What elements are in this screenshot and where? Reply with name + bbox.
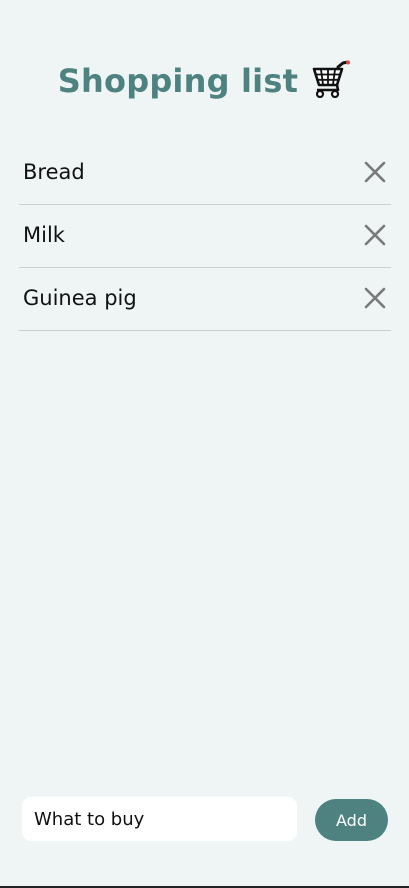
list-item: Bread xyxy=(19,142,391,205)
item-label: Bread xyxy=(23,160,85,184)
item-label: Milk xyxy=(23,223,65,247)
add-item-form: Add xyxy=(22,797,388,841)
page-title: Shopping list xyxy=(57,62,299,100)
close-icon[interactable] xyxy=(364,161,386,183)
header: Shopping list xyxy=(0,60,409,100)
shopping-list-app: Shopping list Bread Milk Guinea pig What… xyxy=(0,0,409,888)
shopping-cart-icon xyxy=(311,60,351,99)
list-item: Milk xyxy=(19,205,391,268)
list-item: Guinea pig xyxy=(19,268,391,331)
shopping-list: Bread Milk Guinea pig xyxy=(19,142,391,331)
close-icon[interactable] xyxy=(364,287,386,309)
item-label: Guinea pig xyxy=(23,286,137,310)
item-input[interactable] xyxy=(22,797,297,841)
add-button[interactable]: Add xyxy=(315,799,388,841)
close-icon[interactable] xyxy=(364,224,386,246)
